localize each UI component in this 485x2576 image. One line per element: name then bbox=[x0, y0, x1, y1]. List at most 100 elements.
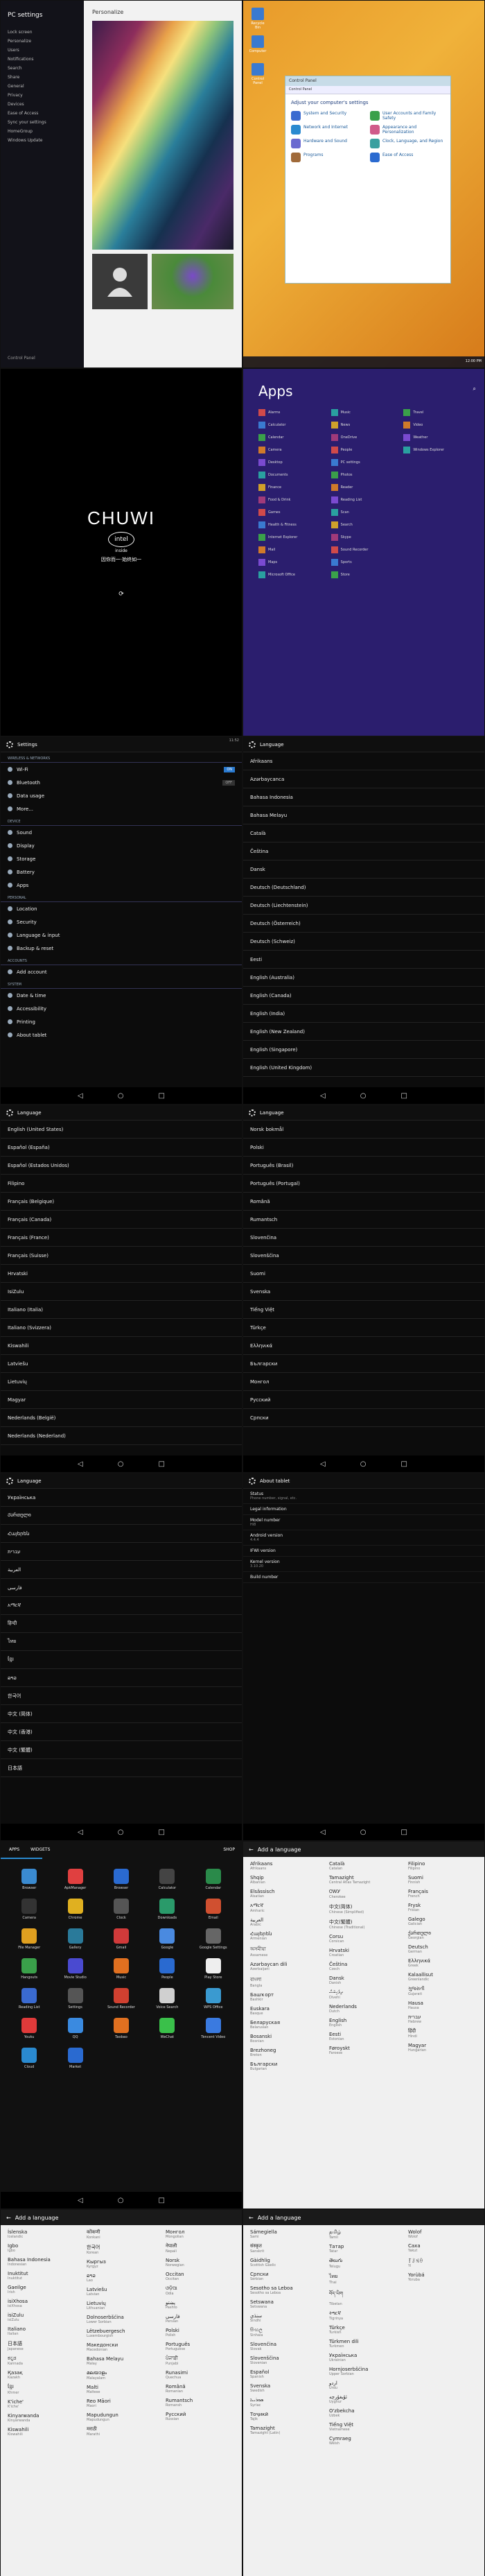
drawer-app[interactable]: Camera bbox=[8, 1899, 51, 1920]
language-option[interactable]: Български Bulgarian bbox=[250, 2061, 319, 2071]
language-row[interactable]: English (Australia) bbox=[243, 969, 484, 987]
language-option[interactable]: Filipino Filipino bbox=[408, 1861, 477, 1871]
about-item[interactable]: Build number bbox=[243, 1572, 484, 1583]
pc-settings-nav-item[interactable]: Users bbox=[8, 48, 77, 53]
language-row[interactable]: Magyar bbox=[1, 1391, 242, 1409]
language-row[interactable]: English (New Zealand) bbox=[243, 1023, 484, 1041]
pc-settings-nav-item[interactable]: Notifications bbox=[8, 57, 77, 62]
language-row[interactable]: हिन्दी bbox=[1, 1615, 242, 1633]
about-item[interactable]: Model number Hi8 bbox=[243, 1515, 484, 1530]
language-row[interactable]: 한국어 bbox=[1, 1687, 242, 1705]
settings-item[interactable]: Sound bbox=[1, 826, 242, 839]
language-option[interactable]: Frysk Frisian bbox=[408, 1903, 477, 1912]
back-icon[interactable]: ◁ bbox=[78, 1092, 83, 1100]
home-icon[interactable]: ○ bbox=[360, 1460, 367, 1468]
drawer-app[interactable]: Voice Search bbox=[146, 1988, 188, 2009]
home-icon[interactable]: ○ bbox=[118, 2197, 124, 2204]
language-row[interactable]: Русский bbox=[243, 1391, 484, 1409]
app-tile[interactable]: Sports bbox=[330, 559, 397, 566]
language-option[interactable]: Deutsch German bbox=[408, 1944, 477, 1954]
app-tile[interactable]: Windows Explorer bbox=[403, 447, 469, 453]
app-tile[interactable]: People bbox=[330, 447, 397, 453]
language-row[interactable]: Français (Belgique) bbox=[1, 1193, 242, 1211]
back-arrow-icon[interactable]: ← bbox=[249, 1847, 254, 1853]
language-option[interactable]: 한국어 Korean bbox=[87, 2244, 156, 2255]
language-option[interactable]: Reo Māori Maori bbox=[87, 2398, 156, 2408]
language-option[interactable]: ಕನ್ನಡ Kannada bbox=[8, 2355, 77, 2366]
language-row[interactable]: Монгол bbox=[243, 1373, 484, 1391]
language-option[interactable]: Shqip Albanian bbox=[250, 1875, 319, 1885]
language-option[interactable]: Башҡорт Bashkir bbox=[250, 1992, 319, 2002]
language-option[interactable]: Wolof Wolof bbox=[408, 2229, 477, 2239]
language-option[interactable]: Bahasa Indonesia Indonesian bbox=[8, 2257, 77, 2267]
app-tile[interactable]: Photos bbox=[330, 472, 397, 478]
control-panel-item[interactable]: Ease of Access bbox=[370, 153, 445, 162]
language-option[interactable]: Eesti Estonian bbox=[329, 2032, 398, 2041]
pc-settings-nav-item[interactable]: Search bbox=[8, 66, 77, 71]
drawer-app[interactable]: Google bbox=[146, 1928, 188, 1950]
language-option[interactable]: Tamazight Central Atlas Tamazight bbox=[329, 1875, 398, 1885]
language-row[interactable]: Hrvatski bbox=[1, 1265, 242, 1283]
language-option[interactable]: O'zbekcha Uzbek bbox=[329, 2408, 398, 2418]
language-option[interactable]: اردو Urdu bbox=[329, 2380, 398, 2390]
language-option[interactable]: עברית Hebrew bbox=[408, 2014, 477, 2024]
language-row[interactable]: Deutsch (Österreich) bbox=[243, 915, 484, 933]
language-row[interactable]: Slovenščina bbox=[243, 1247, 484, 1265]
language-option[interactable]: Türkçe Turkish bbox=[329, 2325, 398, 2335]
language-option[interactable]: English English bbox=[329, 2018, 398, 2028]
app-tile[interactable]: Mail bbox=[258, 546, 324, 553]
language-option[interactable]: Corsu Corsican bbox=[329, 1934, 398, 1944]
start-background-preview[interactable] bbox=[152, 254, 233, 309]
language-option[interactable]: Lietuvių Lithuanian bbox=[87, 2301, 156, 2310]
app-tile[interactable]: Sound Recorder bbox=[330, 546, 397, 553]
settings-item[interactable]: Apps bbox=[1, 879, 242, 892]
language-row[interactable]: עברית bbox=[1, 1543, 242, 1561]
settings-item[interactable]: Accessibility bbox=[1, 1002, 242, 1015]
app-tile[interactable]: Calendar bbox=[258, 434, 324, 441]
language-row[interactable]: 中文 (香港) bbox=[1, 1723, 242, 1741]
app-tile[interactable]: Scan bbox=[330, 509, 397, 516]
language-row[interactable]: فارسی bbox=[1, 1579, 242, 1597]
language-option[interactable]: Polski Polish bbox=[166, 2328, 235, 2337]
pc-settings-nav-item[interactable]: Share bbox=[8, 75, 77, 80]
language-option[interactable]: Català Catalan bbox=[329, 1861, 398, 1871]
drawer-app[interactable]: Reading List bbox=[8, 1988, 51, 2009]
drawer-app[interactable]: Cloud bbox=[8, 2048, 51, 2069]
language-row[interactable]: Français (Canada) bbox=[1, 1211, 242, 1229]
app-tile[interactable]: Travel bbox=[403, 409, 469, 416]
language-option[interactable]: Română Romanian bbox=[166, 2384, 235, 2394]
about-item[interactable]: IFWI version bbox=[243, 1546, 484, 1557]
app-tile[interactable]: Food & Drink bbox=[258, 496, 324, 503]
language-row[interactable]: Português (Portugal) bbox=[243, 1175, 484, 1193]
settings-item[interactable]: Display bbox=[1, 839, 242, 852]
drawer-app[interactable]: Browser bbox=[100, 1869, 143, 1890]
language-option[interactable]: ދިވެހިބަސް Divehi bbox=[329, 1989, 398, 2000]
app-tile[interactable]: Search bbox=[330, 521, 397, 528]
language-option[interactable]: Español Spanish bbox=[250, 2369, 319, 2379]
back-icon[interactable]: ◁ bbox=[78, 2197, 83, 2204]
language-row[interactable]: Kiswahili bbox=[1, 1337, 242, 1355]
drawer-app[interactable]: Calendar bbox=[192, 1869, 235, 1890]
home-icon[interactable]: ○ bbox=[360, 1092, 367, 1100]
pc-settings-nav-item[interactable]: Ease of Access bbox=[8, 111, 77, 116]
language-option[interactable]: Suomi Finnish bbox=[408, 1875, 477, 1885]
language-row[interactable]: 中文 (简体) bbox=[1, 1705, 242, 1723]
language-option[interactable]: Galego Galician bbox=[408, 1917, 477, 1926]
language-option[interactable]: Tiếng Việt Vietnamese bbox=[329, 2422, 398, 2432]
language-row[interactable]: العربية bbox=[1, 1561, 242, 1579]
language-option[interactable]: Italiano Italian bbox=[8, 2326, 77, 2336]
control-panel-item[interactable]: Hardware and Sound bbox=[291, 139, 366, 148]
language-option[interactable]: मराठी Marathi bbox=[87, 2426, 156, 2437]
drawer-app[interactable]: Settings bbox=[53, 1988, 96, 2009]
app-tile[interactable]: Reading List bbox=[330, 496, 397, 503]
language-option[interactable]: कोंकणी Konkani bbox=[87, 2229, 156, 2240]
language-option[interactable]: Inuktitut Inuktitut bbox=[8, 2271, 77, 2281]
language-row[interactable]: English (Canada) bbox=[243, 987, 484, 1005]
language-row[interactable]: Français (Suisse) bbox=[1, 1247, 242, 1265]
app-tile[interactable]: OneDrive bbox=[330, 434, 397, 441]
language-row[interactable]: Български bbox=[243, 1355, 484, 1373]
language-row[interactable]: Հայերեն bbox=[1, 1525, 242, 1543]
language-option[interactable]: Setswana Setswana bbox=[250, 2299, 319, 2309]
drawer-app[interactable]: Browser bbox=[8, 1869, 51, 1890]
language-option[interactable]: ܣܘܪܝܝܐ Syriac bbox=[250, 2397, 319, 2408]
